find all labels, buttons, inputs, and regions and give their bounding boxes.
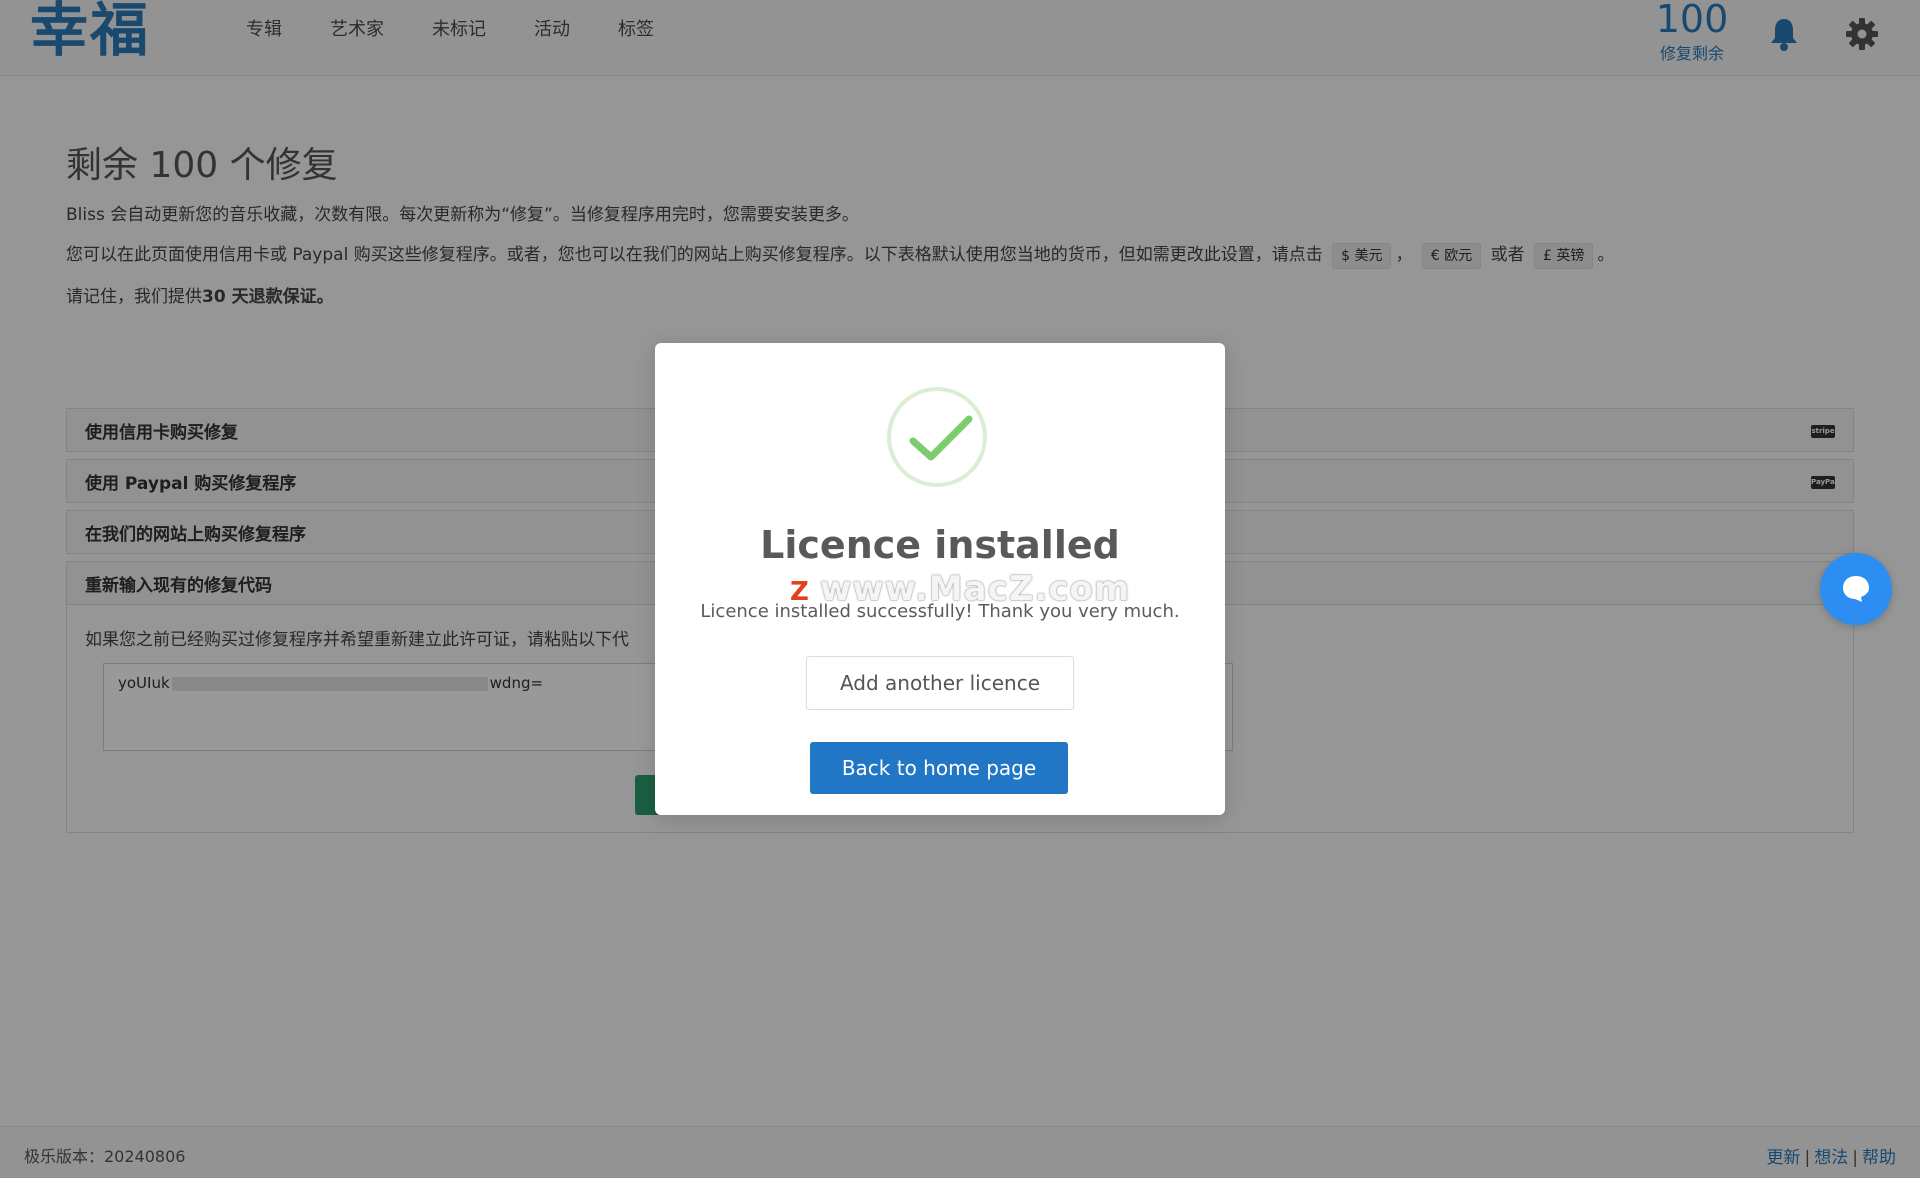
back-to-home-button[interactable]: Back to home page [810,742,1068,794]
chat-bubble-icon [1843,576,1869,602]
modal-title: Licence installed [760,523,1120,567]
add-another-licence-button[interactable]: Add another licence [806,656,1074,710]
success-check-icon [887,387,987,487]
modal-message: Licence installed successfully! Thank yo… [700,601,1180,622]
chat-widget-button[interactable] [1820,553,1892,625]
licence-modal: Licence installed Zwww.MacZ.com Licence … [655,343,1225,815]
